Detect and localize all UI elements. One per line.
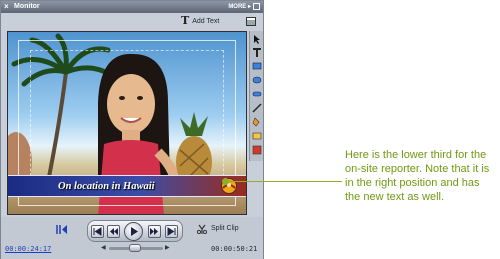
title-tools-palette: [249, 31, 263, 161]
line-tool-icon[interactable]: [252, 103, 262, 113]
step-forward-button[interactable]: [148, 225, 161, 238]
shuttle-right-icon: ▶: [165, 245, 170, 251]
play-button[interactable]: [124, 222, 143, 241]
text-T-icon: T: [181, 14, 190, 27]
monitor-toolbar: T Add Text: [1, 13, 263, 31]
gradient-tool-icon[interactable]: [252, 131, 262, 141]
go-to-start-icon: [93, 227, 102, 236]
shuttle-slider[interactable]: ◀ ▶: [99, 243, 173, 253]
add-text-label: Add Text: [192, 17, 220, 25]
monitor-titlebar: × Monitor MORE ▸: [1, 1, 263, 13]
callout-caption: Here is the lower third for the on-site …: [345, 149, 490, 203]
step-back-icon: [110, 228, 118, 235]
text-tool-icon[interactable]: [252, 47, 262, 57]
selection-arrow-icon[interactable]: [252, 34, 262, 44]
more-menu-button[interactable]: MORE ▸: [228, 3, 251, 11]
ellipse-tool-icon[interactable]: [252, 75, 262, 85]
step-back-button[interactable]: [107, 225, 120, 238]
add-text-button[interactable]: T Add Text: [181, 14, 220, 27]
go-to-end-button[interactable]: [165, 225, 178, 238]
shuttle-knob[interactable]: [129, 244, 141, 252]
step-forward-icon: [150, 228, 158, 235]
go-to-start-button[interactable]: [91, 225, 104, 238]
rounded-rect-tool-icon[interactable]: [252, 89, 262, 99]
go-to-end-icon: [167, 227, 176, 236]
duration-timecode: 00:00:50:21: [211, 245, 258, 253]
panel-options-icon[interactable]: [253, 3, 260, 10]
current-timecode[interactable]: 00:00:24:17: [5, 245, 51, 253]
split-clip-button[interactable]: Split Clip: [211, 225, 239, 232]
paint-bucket-icon[interactable]: [252, 117, 262, 127]
transport-bar: Split Clip 00:00:24:17 ◀ ▶ 00:00:50:21: [1, 217, 263, 259]
color-swatch-icon[interactable]: [252, 145, 262, 155]
frame-marker-icon[interactable]: [56, 224, 68, 235]
lower-third-banner[interactable]: On location in Hawaii: [8, 175, 246, 197]
callout-leader-line: [226, 181, 342, 182]
monitor-panel: × Monitor MORE ▸ T Add Text On location …: [0, 0, 264, 259]
play-icon: [131, 227, 138, 236]
rectangle-tool-icon[interactable]: [252, 61, 262, 71]
panel-title: Monitor: [14, 3, 40, 10]
shuttle-left-icon: ◀: [101, 245, 106, 251]
video-preview[interactable]: On location in Hawaii: [7, 31, 247, 215]
monitor-layout-icon[interactable]: [246, 17, 256, 26]
lower-third-title: On location in Hawaii: [58, 181, 155, 192]
close-icon[interactable]: ×: [4, 3, 12, 11]
transport-controls: [87, 220, 183, 242]
split-clip-icon[interactable]: [197, 224, 207, 234]
